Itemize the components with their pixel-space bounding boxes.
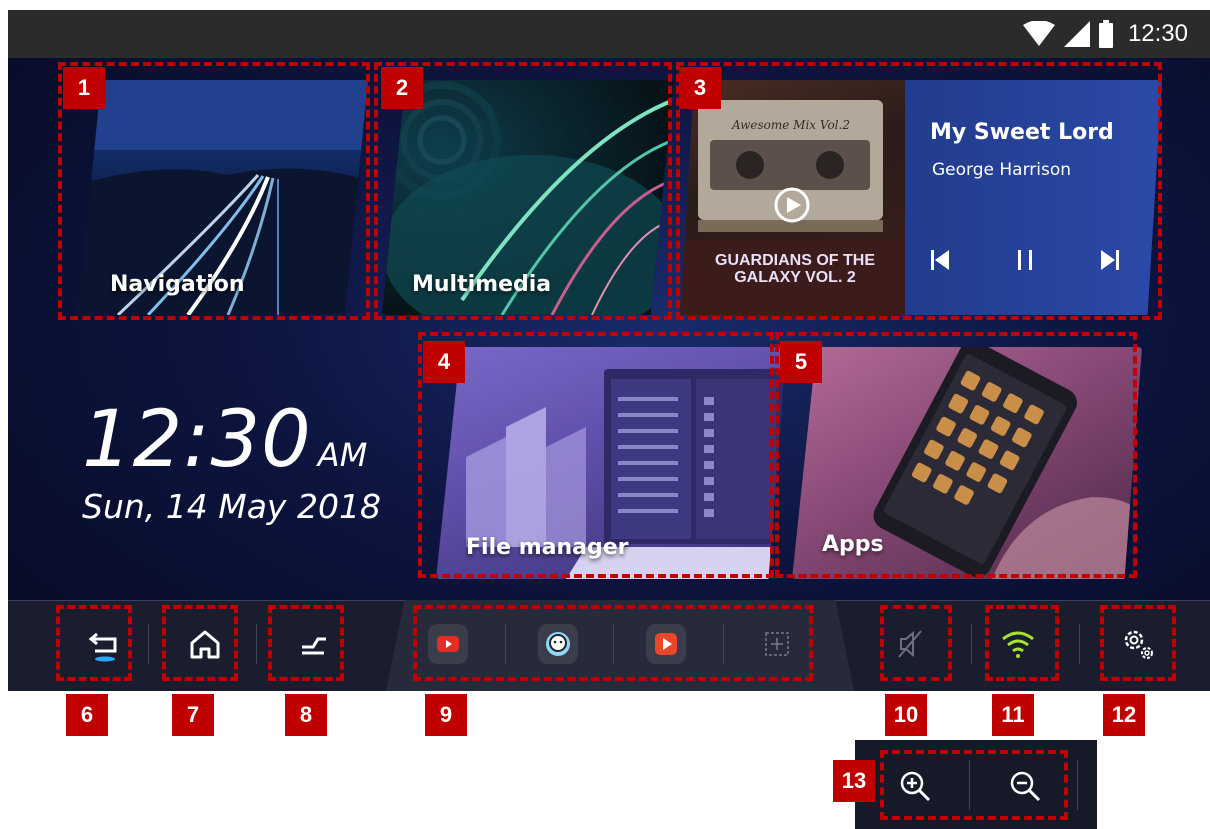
dock-divider bbox=[148, 624, 149, 664]
zoom-in-button[interactable] bbox=[887, 758, 943, 814]
callout-badge: 5 bbox=[780, 341, 822, 383]
apps-label: Apps bbox=[822, 532, 884, 557]
clock-ampm: AM bbox=[317, 436, 368, 474]
mute-button[interactable] bbox=[880, 614, 940, 674]
video-app-shortcut[interactable] bbox=[646, 624, 686, 664]
album-logo-text: GUARDIANS OF THE GALAXY VOL. 2 bbox=[715, 252, 875, 286]
settings-icon bbox=[1124, 630, 1153, 659]
head-unit-screen: 12:30 Navigation Multimedia Awesome Mix … bbox=[8, 10, 1210, 691]
mute-icon bbox=[898, 630, 922, 658]
settings-button[interactable] bbox=[1108, 614, 1168, 674]
cellular-signal-icon bbox=[1063, 21, 1090, 47]
previous-track-button[interactable] bbox=[925, 245, 955, 275]
wifi-icon bbox=[1022, 21, 1055, 46]
file-manager-label: File manager bbox=[466, 535, 629, 560]
waze-app-icon bbox=[546, 632, 570, 656]
zoom-divider bbox=[1077, 760, 1078, 810]
zoom-controls-panel bbox=[855, 740, 1097, 829]
navigation-label: Navigation bbox=[110, 272, 245, 297]
pause-button[interactable] bbox=[1010, 245, 1040, 275]
home-button[interactable] bbox=[175, 614, 235, 674]
callout-badge: 1 bbox=[63, 67, 105, 109]
youtube-app-icon bbox=[437, 636, 459, 652]
status-bar: 12:30 bbox=[8, 10, 1210, 58]
multimedia-label: Multimedia bbox=[412, 272, 552, 297]
status-time: 12:30 bbox=[1127, 20, 1188, 47]
dock-divider bbox=[723, 624, 724, 664]
add-app-icon bbox=[765, 632, 789, 656]
callout-badge: 13 bbox=[833, 760, 875, 802]
dock-divider bbox=[613, 624, 614, 664]
callout-badge: 6 bbox=[66, 694, 108, 736]
next-track-button[interactable] bbox=[1095, 245, 1125, 275]
clock-date: Sun, 14 May 2018 bbox=[82, 487, 381, 526]
zoom-out-icon bbox=[1010, 771, 1041, 802]
clock-widget: 12:30 AM bbox=[82, 395, 367, 485]
annotated-screenshot: 12:30 Navigation Multimedia Awesome Mix … bbox=[0, 0, 1210, 829]
dock-divider bbox=[256, 624, 257, 664]
zoom-in-icon bbox=[900, 771, 931, 802]
recent-apps-button[interactable] bbox=[283, 614, 343, 674]
callout-badge: 8 bbox=[285, 694, 327, 736]
callout-badge: 7 bbox=[172, 694, 214, 736]
multimedia-tile[interactable]: Multimedia bbox=[382, 80, 674, 315]
clock-time: 12:30 bbox=[82, 395, 312, 485]
waze-shortcut[interactable] bbox=[538, 624, 578, 664]
file-manager-tile[interactable]: File manager bbox=[436, 347, 786, 579]
callout-badge: 10 bbox=[885, 694, 927, 736]
track-title: My Sweet Lord bbox=[930, 120, 1114, 145]
album-art: Awesome Mix Vol.2 GUARDIANS OF THE GALAX… bbox=[680, 80, 905, 315]
callout-badge: 12 bbox=[1103, 694, 1145, 736]
album-cassette-text: Awesome Mix Vol.2 bbox=[732, 118, 850, 132]
dock-divider bbox=[1079, 624, 1080, 664]
back-button[interactable] bbox=[75, 614, 135, 674]
zoom-divider bbox=[969, 760, 970, 810]
callout-badge: 11 bbox=[992, 694, 1034, 736]
apps-tile[interactable]: Apps bbox=[792, 347, 1142, 579]
track-artist: George Harrison bbox=[932, 160, 1072, 180]
next-track-icon bbox=[1101, 250, 1119, 270]
home-icon bbox=[190, 630, 220, 659]
pause-icon bbox=[1018, 250, 1032, 270]
callout-badge: 3 bbox=[679, 67, 721, 109]
navigation-tile[interactable]: Navigation bbox=[78, 80, 368, 315]
battery-icon bbox=[1098, 20, 1113, 48]
video-app-icon bbox=[655, 633, 677, 655]
wifi-toggle-button[interactable] bbox=[988, 614, 1048, 674]
youtube-shortcut[interactable] bbox=[428, 624, 468, 664]
back-icon bbox=[88, 632, 117, 662]
dock-divider bbox=[505, 624, 506, 664]
music-player-tile[interactable]: Awesome Mix Vol.2 GUARDIANS OF THE GALAX… bbox=[680, 80, 1162, 315]
zoom-out-button[interactable] bbox=[997, 758, 1053, 814]
callout-badge: 2 bbox=[381, 67, 423, 109]
wifi-icon bbox=[1002, 631, 1034, 658]
recent-apps-icon bbox=[302, 637, 326, 655]
add-shortcut-button[interactable] bbox=[757, 624, 797, 664]
dock-divider bbox=[971, 624, 972, 664]
previous-track-icon bbox=[931, 250, 949, 270]
callout-badge: 9 bbox=[425, 694, 467, 736]
callout-badge: 4 bbox=[423, 341, 465, 383]
